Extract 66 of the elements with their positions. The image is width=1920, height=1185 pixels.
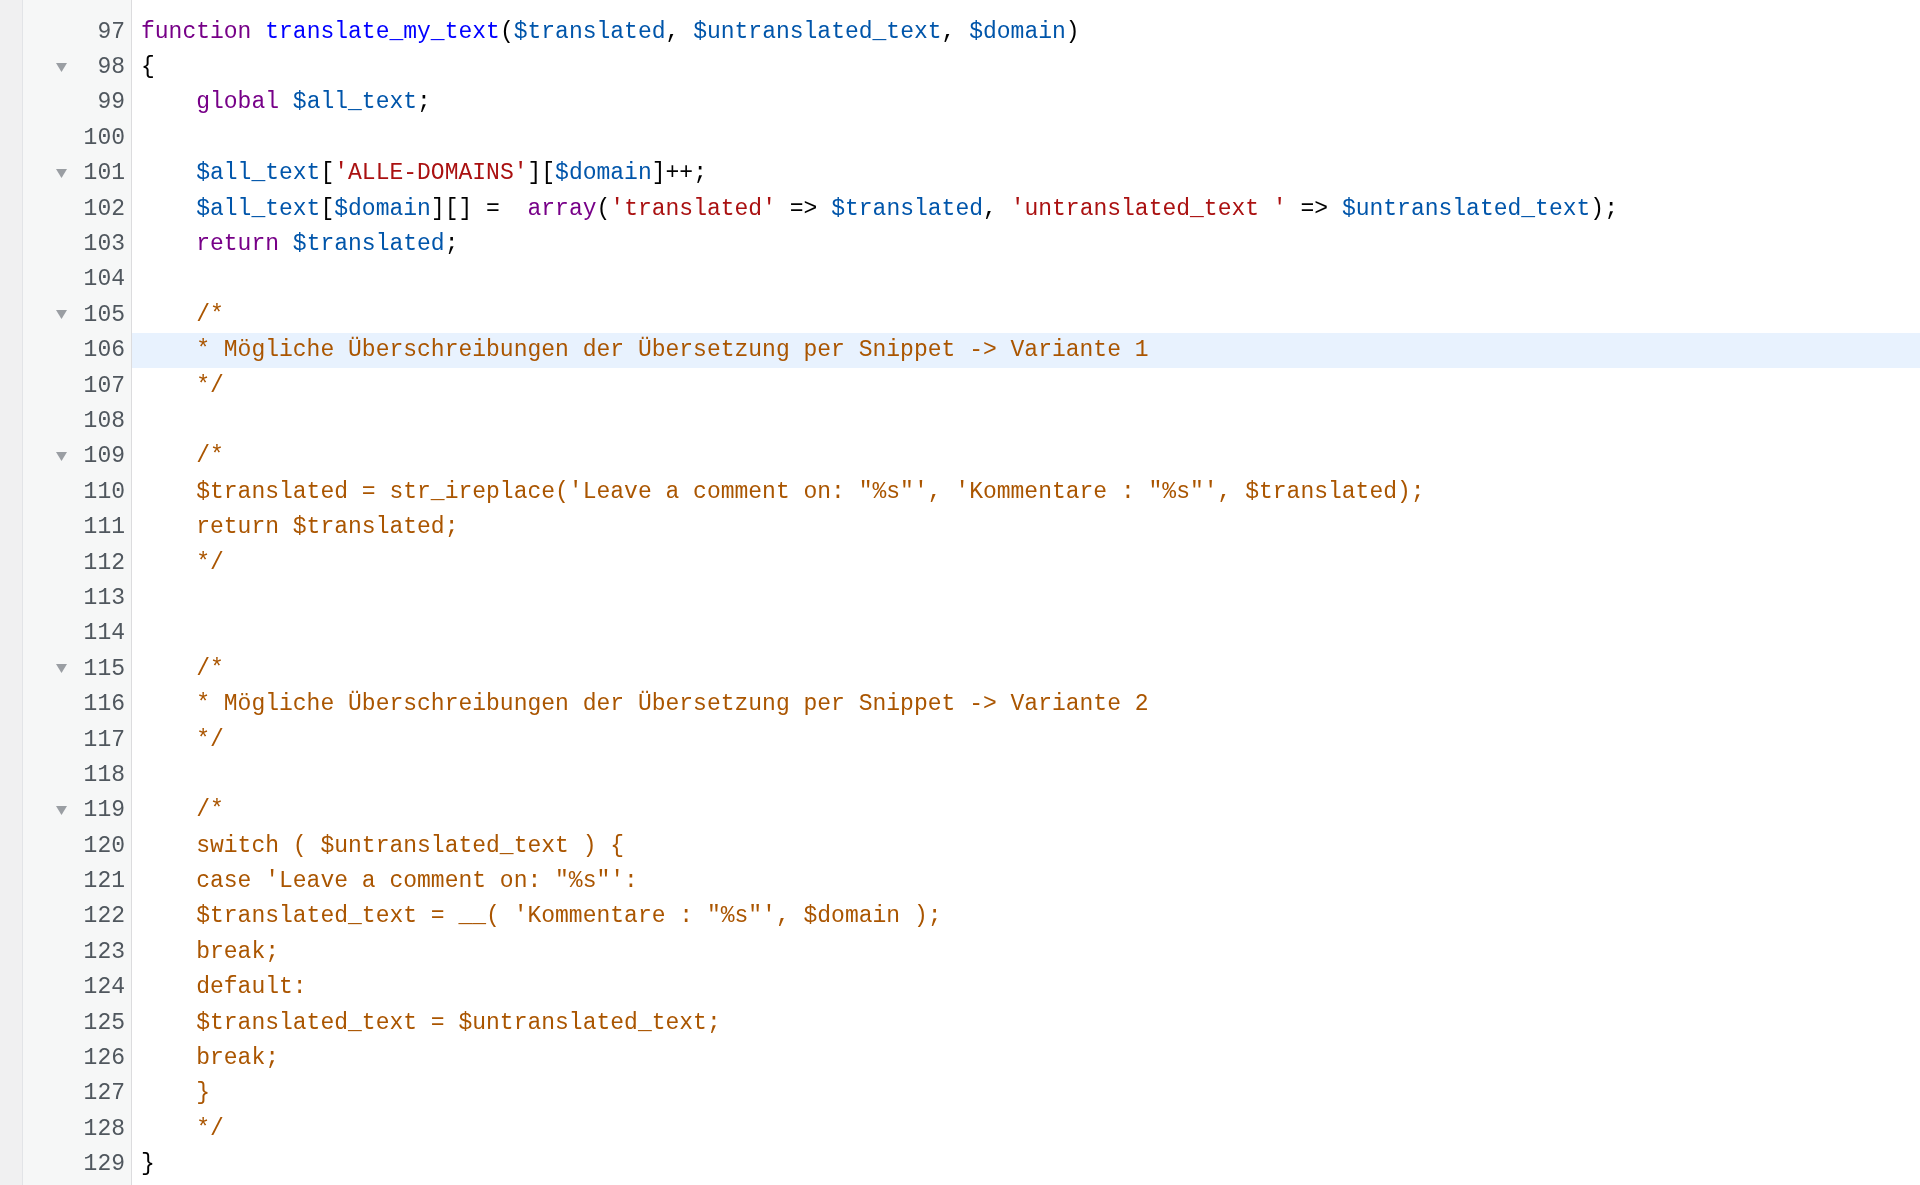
code-line: /* [195, 443, 224, 470]
line-number: 124 [83, 974, 125, 1001]
line-number: 113 [83, 584, 125, 611]
line-number: 108 [83, 408, 125, 434]
code-line: case 'Leave a comment on: "%s"': [195, 868, 638, 895]
line-number: 112 [83, 549, 125, 576]
line-number: 114 [83, 620, 125, 647]
line-number: 111 [83, 514, 125, 541]
fold-arrow-icon[interactable] [56, 62, 67, 72]
line-number: 125 [83, 1009, 125, 1036]
line-number: 105 [83, 301, 125, 328]
line-number: 109 [83, 443, 125, 470]
code-line: global $all_text; [195, 89, 431, 116]
line-number: 103 [83, 231, 125, 258]
line-number: 115 [83, 655, 125, 682]
code-line: /* [195, 655, 224, 682]
line-number: 122 [83, 903, 125, 930]
fold-arrow-icon[interactable] [56, 168, 67, 178]
code-line: { [141, 54, 155, 81]
line-number: 98 [97, 54, 125, 81]
line-number: 127 [83, 1080, 125, 1107]
fold-arrow-icon[interactable] [56, 310, 67, 320]
code-line: */ [195, 549, 224, 576]
line-number: 106 [83, 337, 125, 364]
line-number: 100 [83, 124, 125, 151]
code-line: } [195, 1080, 210, 1107]
code-line: * Mögliche Überschreibungen der Übersetzung per Snippet -> Variante 2 [195, 691, 1149, 718]
line-number: 101 [83, 160, 125, 187]
code-line: */ [195, 1115, 224, 1142]
line-number: 102 [83, 195, 125, 222]
code-line: return $translated; [195, 231, 459, 258]
line-number: 99 [97, 89, 125, 116]
code-line: $translated_text = $untranslated_text; [195, 1009, 721, 1036]
fold-arrow-icon[interactable] [56, 805, 67, 815]
code-line: break; [195, 1045, 280, 1071]
line-number: 126 [83, 1045, 125, 1071]
line-number: 104 [83, 266, 125, 293]
line-number: 116 [83, 691, 125, 718]
code-line: $all_text['ALLE-DOMAINS'][$domain]++; [195, 160, 707, 187]
code-line: * Mögliche Überschreibungen der Übersetzung per Snippet -> Variante 1 [195, 337, 1149, 364]
line-number: 128 [83, 1115, 125, 1142]
fold-arrow-icon[interactable] [56, 664, 67, 674]
line-number: 120 [83, 832, 125, 859]
code-line: $translated = str_ireplace('Leave a comment on: "%s"', 'Kommentare : "%s"', $translated); [195, 478, 1425, 505]
code-line: */ [195, 726, 224, 753]
code-line: /* [195, 797, 224, 824]
code-line: function translate_my_text($translated, $untranslated_text, $domain) [141, 18, 1080, 45]
line-number: 119 [83, 797, 125, 824]
line-number: 117 [83, 726, 125, 753]
code-line: $all_text[$domain][] = array('translated' => $translated, 'untranslated_text ' => $untranslated_text); [195, 195, 1618, 222]
line-number: 121 [83, 868, 125, 895]
code-line: return $translated; [195, 514, 459, 541]
code-line: $translated_text = __( 'Kommentare : "%s"', $domain ); [195, 903, 942, 930]
code-line: /* [195, 301, 224, 328]
code-line: default: [195, 974, 307, 1001]
line-number: 129 [83, 1151, 125, 1178]
code-line: break; [195, 938, 280, 965]
code-line: */ [195, 372, 224, 399]
line-number: 118 [83, 761, 125, 788]
fold-arrow-icon[interactable] [56, 451, 67, 461]
line-number: 110 [83, 478, 125, 505]
line-number: 123 [83, 938, 125, 965]
code-line: } [141, 1151, 155, 1178]
line-number: 97 [97, 18, 125, 45]
line-number: 107 [83, 372, 125, 399]
code-line: switch ( $untranslated_text ) { [195, 832, 625, 859]
